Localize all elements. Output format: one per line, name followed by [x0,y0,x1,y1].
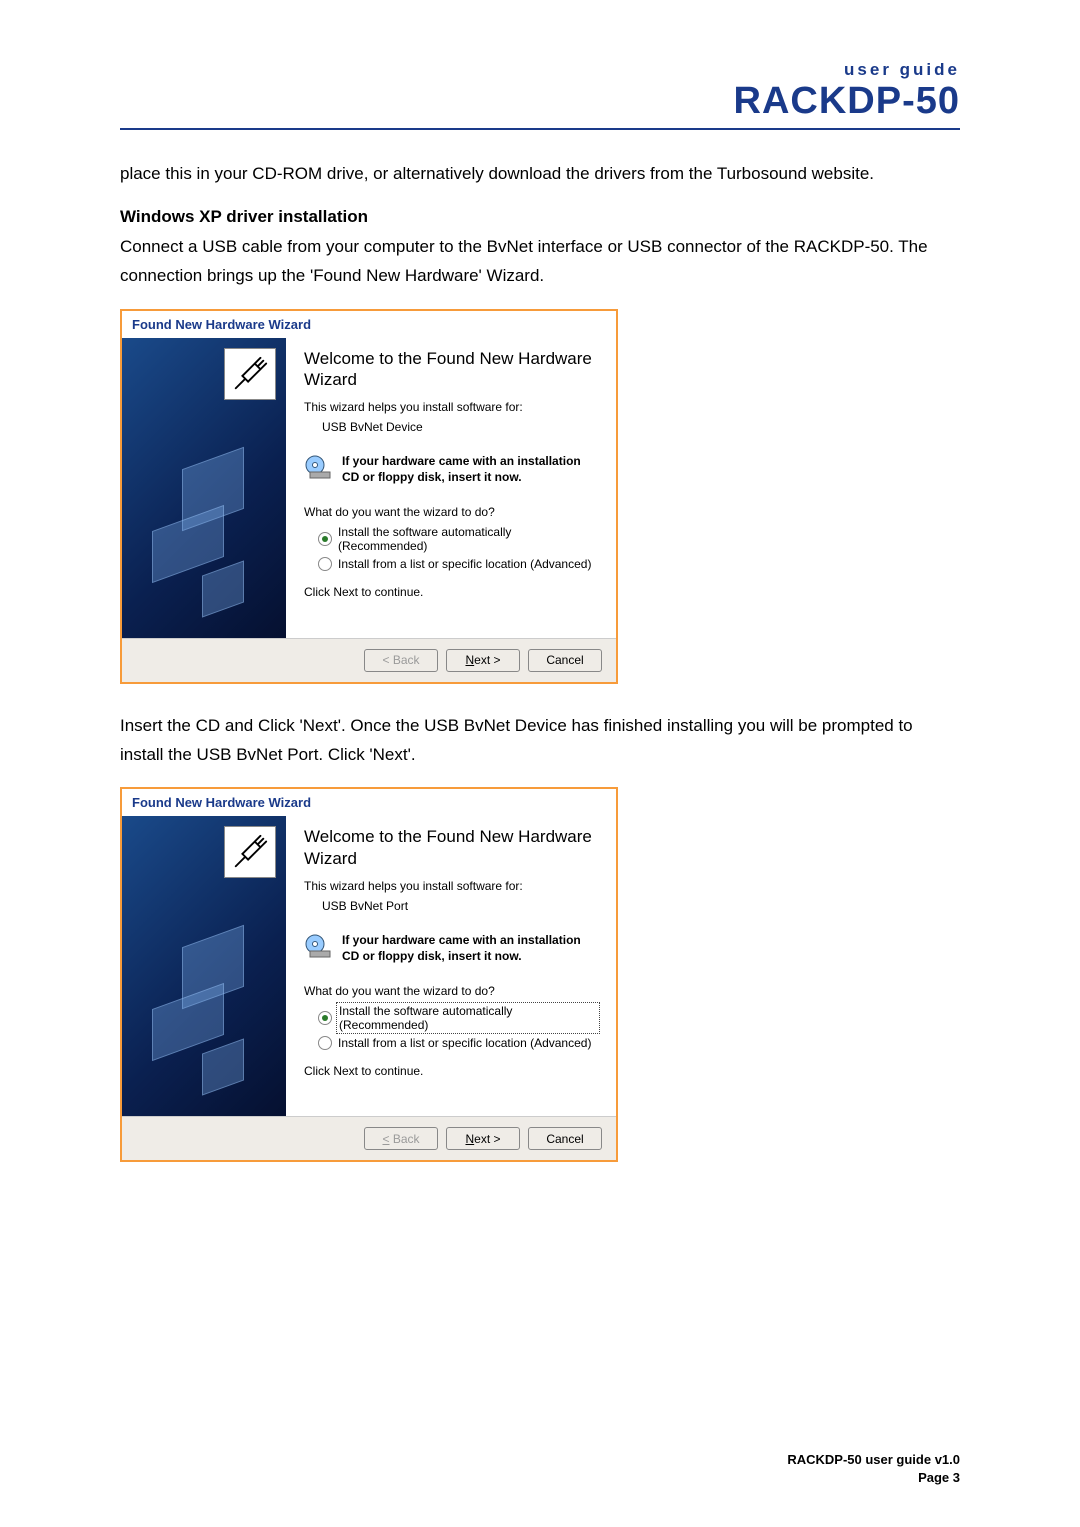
next-button[interactable]: Next > [446,649,520,672]
radio-group: Install the software automatically (Reco… [304,525,598,571]
wizard-dialog-1: Found New Hardware Wizard Welcome to the… [120,309,618,684]
wizard-body: Welcome to the Found New Hardware Wizard… [122,338,616,638]
cd-hint-text: If your hardware came with an installati… [342,454,598,485]
wizard-prompt: What do you want the wizard to do? [304,984,598,998]
wizard-button-row: < Back Next > Cancel [122,638,616,682]
wizard-content: Welcome to the Found New Hardware Wizard… [286,338,616,638]
radio-auto-label: Install the software automatically (Reco… [338,1004,598,1032]
page-container: user guide RACKDP-50 place this in your … [0,0,1080,1527]
back-button: < Back [364,1127,438,1150]
cd-hint-text: If your hardware came with an installati… [342,933,598,964]
device-name: USB BvNet Device [304,420,598,434]
next-button[interactable]: Next > [446,1127,520,1150]
device-name: USB BvNet Port [304,899,598,913]
continue-text: Click Next to continue. [304,585,598,599]
radio-option-advanced[interactable]: Install from a list or specific location… [318,1036,598,1050]
radio-selected-icon [318,1011,332,1025]
cd-hint-block: If your hardware came with an installati… [304,933,598,964]
section-heading-xp-install: Windows XP driver installation [120,207,960,227]
footer-doc-title: RACKDP-50 user guide v1.0 [787,1451,960,1469]
wizard-window-title: Found New Hardware Wizard [122,789,616,816]
cd-hint-block: If your hardware came with an installati… [304,454,598,485]
decorative-shapes [142,936,262,1096]
wizard-heading: Welcome to the Found New Hardware Wizard [304,826,598,869]
page-header: user guide RACKDP-50 [120,60,960,130]
intro-paragraph-1: place this in your CD-ROM drive, or alte… [120,160,960,189]
wizard-window-title: Found New Hardware Wizard [122,311,616,338]
decorative-shapes [142,458,262,618]
wizard-prompt: What do you want the wizard to do? [304,505,598,519]
radio-advanced-label: Install from a list or specific location… [338,1036,591,1050]
wizard-side-graphic [122,816,286,1116]
wizard-dialog-2: Found New Hardware Wizard Welcome to the… [120,787,618,1162]
radio-option-advanced[interactable]: Install from a list or specific location… [318,557,598,571]
hardware-connector-icon [224,348,276,400]
radio-unselected-icon [318,1036,332,1050]
wizard-content: Welcome to the Found New Hardware Wizard… [286,816,616,1116]
footer-page-number: Page 3 [787,1469,960,1487]
radio-option-auto[interactable]: Install the software automatically (Reco… [318,525,598,553]
cancel-button[interactable]: Cancel [528,1127,602,1150]
cancel-button[interactable]: Cancel [528,649,602,672]
wizard-helps-text: This wizard helps you install software f… [304,400,598,414]
continue-text: Click Next to continue. [304,1064,598,1078]
intro-paragraph-2: Connect a USB cable from your computer t… [120,233,960,291]
wizard-body: Welcome to the Found New Hardware Wizard… [122,816,616,1116]
product-title: RACKDP-50 [120,82,960,120]
back-button: < Back [364,649,438,672]
hardware-connector-icon [224,826,276,878]
wizard-heading: Welcome to the Found New Hardware Wizard [304,348,598,391]
wizard-side-graphic [122,338,286,638]
radio-group: Install the software automatically (Reco… [304,1004,598,1050]
user-guide-label: user guide [120,60,960,80]
radio-selected-icon [318,532,332,546]
wizard-button-row: < Back Next > Cancel [122,1116,616,1160]
radio-advanced-label: Install from a list or specific location… [338,557,591,571]
cd-disc-icon [304,454,334,480]
intro-paragraph-3: Insert the CD and Click 'Next'. Once the… [120,712,960,770]
radio-auto-label: Install the software automatically (Reco… [338,525,598,553]
page-footer: RACKDP-50 user guide v1.0 Page 3 [787,1451,960,1487]
cd-disc-icon [304,933,334,959]
radio-unselected-icon [318,557,332,571]
radio-option-auto[interactable]: Install the software automatically (Reco… [318,1004,598,1032]
wizard-helps-text: This wizard helps you install software f… [304,879,598,893]
